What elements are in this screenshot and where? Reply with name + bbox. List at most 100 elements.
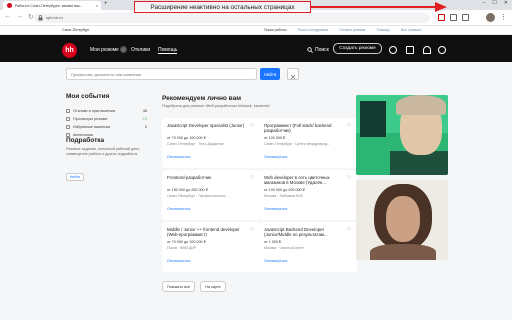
advanced-search-button[interactable] <box>287 68 299 80</box>
vacancy-company: Санкт-Петербург · Профессиональ... <box>167 194 229 198</box>
vacancy-salary: от 150 000 до 250 000 ₽ <box>167 188 208 192</box>
vacancy-title[interactable]: JavaScript Developer specialist (Junior) <box>167 123 247 128</box>
vacancy-card[interactable]: Web developer в сеть цветочных магазинов… <box>259 170 357 220</box>
window-controls: – ☐ ✕ <box>483 0 508 6</box>
nav-help[interactable]: Помощь <box>158 47 178 54</box>
favorite-heart-icon[interactable]: ♡ <box>347 123 351 129</box>
vacancy-title[interactable]: Программист (Full stack/ backend разрабо… <box>264 123 344 134</box>
vacancy-card[interactable]: Программист (Full stack/ backend разрабо… <box>259 118 357 168</box>
hh-logo[interactable]: hh <box>62 43 77 58</box>
event-count: 0 <box>144 125 147 129</box>
reload-icon[interactable]: ↻ <box>28 13 34 21</box>
ad-person-body <box>370 244 436 260</box>
show-all-button[interactable]: Показать все <box>162 281 195 292</box>
lock-icon <box>38 15 43 21</box>
site-header: hh Мои резюме 0 Отклики Помощь Поиск Соз… <box>0 35 512 62</box>
on-map-button[interactable]: На карте <box>200 281 226 292</box>
nav-my-resumes[interactable]: Мои резюме <box>90 47 119 53</box>
sidebar-icon[interactable] <box>462 14 469 21</box>
account-icon[interactable] <box>438 46 446 54</box>
recommendations-subtitle: Подобрали для резюме «Веб-разработчик fu… <box>162 104 271 108</box>
extensions-puzzle-icon[interactable] <box>450 14 457 21</box>
respond-link[interactable]: Откликнуться <box>264 207 287 211</box>
vacancy-title[interactable]: Frontend-разработчик <box>167 175 247 180</box>
browser-menu-icon[interactable]: ⋮ <box>500 13 507 21</box>
vacancy-salary: от 70 000 до 100 000 ₽ <box>167 136 206 140</box>
ad-text-panel <box>360 101 386 137</box>
side-job-title: Подработка <box>66 137 105 144</box>
annotation-arrow-icon <box>311 2 447 12</box>
notifications-icon[interactable] <box>406 46 414 54</box>
link-job-search[interactable]: Поиск работы <box>264 28 287 32</box>
utility-links: Поиск работы Поиск сотрудников Готовое р… <box>264 28 422 32</box>
favorite-heart-icon[interactable]: ♡ <box>250 227 254 233</box>
new-tab-button[interactable]: + <box>104 1 108 7</box>
ad-person-face <box>386 196 420 242</box>
annotation-text: Расширение неактивно на остальных страни… <box>150 3 295 11</box>
minimize-button[interactable]: – <box>483 0 486 6</box>
vacancy-salary: от 1 000 $ <box>264 240 281 244</box>
event-row-views[interactable]: Просмотры резюме +1 <box>66 117 147 121</box>
favorite-heart-icon[interactable]: ♡ <box>347 227 351 233</box>
link-help[interactable]: Помощь <box>376 28 390 32</box>
extension-icons <box>438 14 469 21</box>
address-bar[interactable]: spb.hh.ru <box>34 13 430 23</box>
back-icon[interactable]: ← <box>4 13 11 21</box>
favorite-heart-icon[interactable]: ♡ <box>250 175 254 181</box>
vacancy-company: Санкт-Петербург · Тело Диджитал <box>167 142 225 146</box>
link-employee-search[interactable]: Поиск сотрудников <box>298 28 329 32</box>
ad-banner-portrait[interactable] <box>356 180 448 260</box>
recommendations-title: Рекомендуем лично вам <box>162 95 242 102</box>
header-search-label: Поиск <box>315 47 329 53</box>
vacancy-card[interactable]: JavaScript Backend Developer (Junior/Mid… <box>259 222 357 272</box>
link-ready-resume[interactable]: Готовое резюме <box>339 28 365 32</box>
favorites-icon[interactable] <box>423 46 431 54</box>
nav-responses[interactable]: Отклики <box>131 47 150 53</box>
respond-link[interactable]: Откликнуться <box>264 259 287 263</box>
respond-link[interactable]: Откликнуться <box>264 155 287 159</box>
header-search-button[interactable]: Поиск <box>307 47 329 53</box>
eye-icon <box>66 117 70 121</box>
vacancy-company: Москва · Частный Агент <box>264 246 305 250</box>
profile-avatar[interactable] <box>486 13 495 22</box>
browser-tab[interactable]: Работа в Санкт-Петербурге, свежие вак...… <box>3 1 101 10</box>
vacancy-title[interactable]: Middle / Junior ++ frontend developer (W… <box>167 227 247 238</box>
link-all-services[interactable]: Все сервисы <box>401 28 422 32</box>
ad-banner-green[interactable] <box>356 95 448 175</box>
event-count: +1 <box>142 117 147 121</box>
vacancy-salary: от 100 000 до 200 000 ₽ <box>264 188 305 192</box>
vacancy-card[interactable]: JavaScript Developer specialist (Junior)… <box>162 118 260 168</box>
find-button[interactable]: Найти <box>260 68 280 80</box>
vacancy-search-input[interactable] <box>66 68 257 80</box>
city-selector[interactable]: Санкт-Петербург <box>62 28 89 32</box>
side-job-find-button[interactable]: Найти <box>66 173 84 181</box>
respond-link[interactable]: Откликнуться <box>167 155 190 159</box>
respond-link[interactable]: Откликнуться <box>167 259 190 263</box>
event-count: 46 <box>142 109 147 113</box>
favorite-heart-icon[interactable]: ♡ <box>347 175 351 181</box>
tab-close-icon[interactable]: × <box>96 3 98 8</box>
nav-buttons: ← → ↻ <box>4 13 34 21</box>
maximize-button[interactable]: ☐ <box>492 0 496 6</box>
hh-favicon-icon <box>7 3 12 8</box>
respond-link[interactable]: Откликнуться <box>167 207 190 211</box>
annotation-box: Расширение неактивно на остальных страни… <box>134 1 311 13</box>
side-job-description: Разовые задания, неполный рабочий день, … <box>66 147 141 156</box>
resume-count-badge: 0 <box>120 46 127 53</box>
tab-title: Работа в Санкт-Петербурге, свежие вак... <box>15 3 83 8</box>
vacancy-title[interactable]: Web developer в сеть цветочных магазинов… <box>264 175 344 186</box>
vacancy-card[interactable]: Frontend-разработчик ♡ от 150 000 до 250… <box>162 170 260 220</box>
vacancy-title[interactable]: JavaScript Backend Developer (Junior/Mid… <box>264 227 344 238</box>
vacancy-card[interactable]: Middle / Junior ++ frontend developer (W… <box>162 222 260 272</box>
event-row-responses[interactable]: Отклики и приглашения 46 <box>66 109 147 113</box>
vacancy-company: Псков · ВВМ ДИР <box>167 246 197 250</box>
forward-icon[interactable]: → <box>16 13 23 21</box>
event-label: Избранные вакансии <box>73 125 111 129</box>
vacancy-salary: от 70 000 до 100 000 ₽ <box>167 240 206 244</box>
event-row-favorites[interactable]: Избранные вакансии 0 <box>66 125 147 129</box>
create-resume-button[interactable]: Создать резюме <box>333 43 382 54</box>
close-window-button[interactable]: ✕ <box>504 0 508 6</box>
favorite-heart-icon[interactable]: ♡ <box>250 123 254 129</box>
chat-icon[interactable] <box>389 46 397 54</box>
extension-icon[interactable] <box>438 14 445 21</box>
